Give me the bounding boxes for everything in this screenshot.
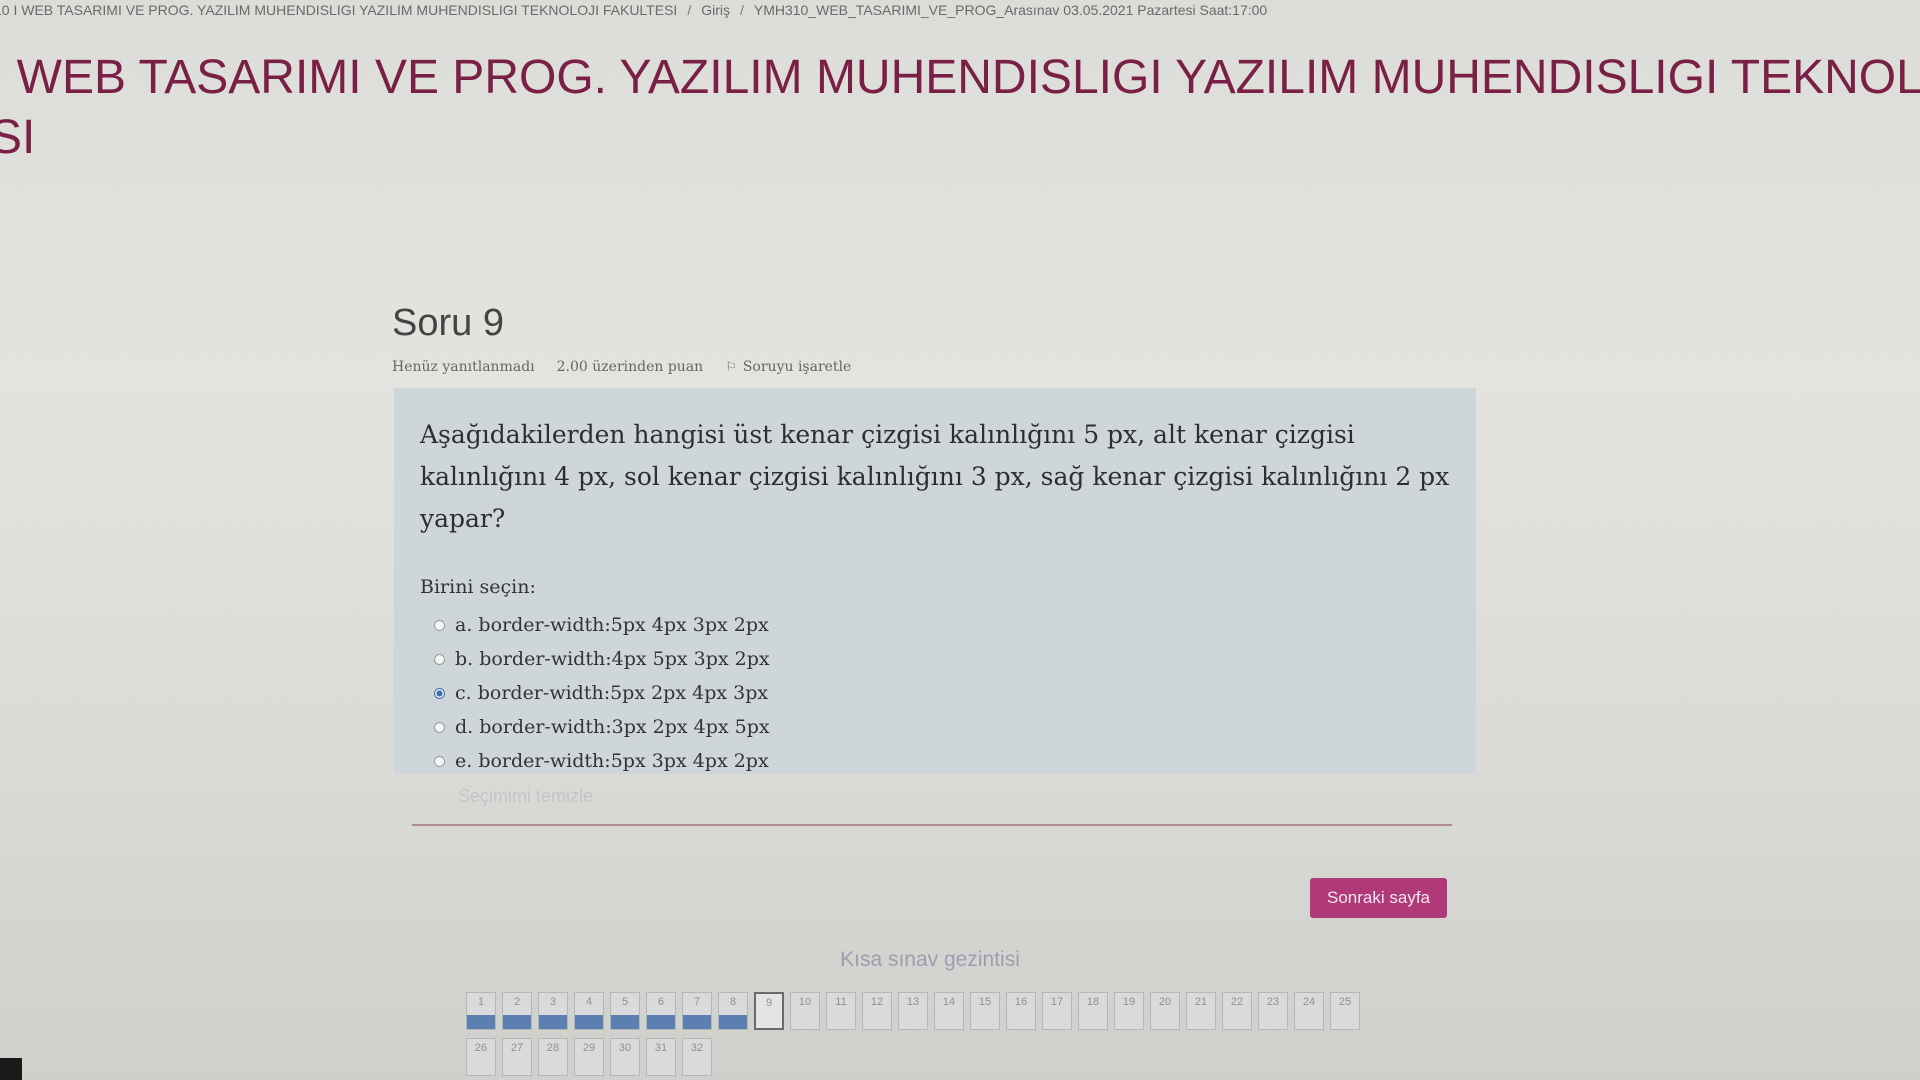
course-title-line2: SI <box>0 111 36 164</box>
quiz-nav-button[interactable]: 17 <box>1042 992 1072 1030</box>
breadcrumb: 10 I WEB TASARIMI VE PROG. YAZILIM MUHEN… <box>0 2 1267 18</box>
quiz-nav-button[interactable]: 28 <box>538 1038 568 1076</box>
answer-option-label: a. border-width:5px 4px 3px 2px <box>455 614 769 636</box>
question-points: 2.00 üzerinden puan <box>556 359 704 375</box>
quiz-nav-button[interactable]: 5 <box>610 992 640 1030</box>
quiz-nav-button[interactable]: 8 <box>718 992 748 1030</box>
quiz-nav-button[interactable]: 21 <box>1186 992 1216 1030</box>
answer-option[interactable]: a. border-width:5px 4px 3px 2px <box>434 608 1450 642</box>
question-text: Aşağıdakilerden hangisi üst kenar çizgis… <box>420 420 1450 533</box>
course-title: I WEB TASARIMI VE PROG. YAZILIM MUHENDIS… <box>0 48 1920 168</box>
radio-button[interactable] <box>434 687 445 699</box>
radio-button[interactable] <box>434 619 445 631</box>
quiz-nav-button[interactable]: 29 <box>574 1038 604 1076</box>
question-header: Soru 9 Henüz yanıtlanmadı 2.00 üzerinden… <box>392 302 851 375</box>
screen-corner <box>0 1058 22 1080</box>
quiz-nav-button[interactable]: 18 <box>1078 992 1108 1030</box>
flag-icon: ⚐ <box>725 359 737 375</box>
quiz-nav-button[interactable]: 24 <box>1294 992 1324 1030</box>
quiz-nav-button[interactable]: 27 <box>502 1038 532 1076</box>
quiz-nav-button[interactable]: 10 <box>790 992 820 1030</box>
quiz-nav-button[interactable]: 25 <box>1330 992 1360 1030</box>
radio-button[interactable] <box>434 653 445 665</box>
quiz-nav-button[interactable]: 20 <box>1150 992 1180 1030</box>
question-info: Henüz yanıtlanmadı 2.00 üzerinden puan ⚐… <box>392 359 851 375</box>
quiz-nav-button[interactable]: 19 <box>1114 992 1144 1030</box>
question-number: Soru 9 <box>392 302 504 344</box>
question-status: Henüz yanıtlanmadı <box>392 359 535 375</box>
quiz-nav-button[interactable]: 2 <box>502 992 532 1030</box>
quiz-nav-button[interactable]: 31 <box>646 1038 676 1076</box>
quiz-nav-button[interactable]: 12 <box>862 992 892 1030</box>
quiz-nav-button[interactable]: 7 <box>682 992 712 1030</box>
quiz-nav-button[interactable]: 30 <box>610 1038 640 1076</box>
next-page-button[interactable]: Sonraki sayfa <box>1310 878 1447 918</box>
answer-option-label: c. border-width:5px 2px 4px 3px <box>455 682 769 704</box>
question-box: Aşağıdakilerden hangisi üst kenar çizgis… <box>394 388 1476 806</box>
radio-button[interactable] <box>434 721 445 733</box>
quiz-nav-row: 26 27 28 29 30 31 32 <box>466 1038 1360 1076</box>
breadcrumb-home-link[interactable]: Giriş <box>701 2 730 18</box>
quiz-nav-title: Kısa sınav gezintisi <box>840 948 1020 971</box>
quiz-nav-button[interactable]: 3 <box>538 992 568 1030</box>
flag-question-label: Soruyu işaretle <box>742 359 852 375</box>
quiz-nav-button[interactable]: 16 <box>1006 992 1036 1030</box>
quiz-nav-button[interactable]: 32 <box>682 1038 712 1076</box>
answer-option[interactable]: c. border-width:5px 2px 4px 3px <box>434 676 1450 710</box>
answer-prompt: Birini seçin: <box>420 576 536 598</box>
answer-option[interactable]: e. border-width:5px 3px 4px 2px <box>434 744 1450 778</box>
quiz-nav-button[interactable]: 13 <box>898 992 928 1030</box>
answer-options: a. border-width:5px 4px 3px 2px b. border… <box>434 608 1450 778</box>
quiz-nav-button[interactable]: 9 <box>754 992 784 1030</box>
quiz-nav-row: 1 2 3 4 5 6 7 8 9 10 11 12 13 14 15 16 17 18 19 20 21 22 23 24 2… <box>466 992 1360 1030</box>
answer-option[interactable]: b. border-width:4px 5px 3px 2px <box>434 642 1450 676</box>
breadcrumb-separator: / <box>687 2 692 18</box>
course-title-line1: I WEB TASARIMI VE PROG. YAZILIM MUHENDIS… <box>0 51 1920 104</box>
quiz-nav-button[interactable]: 26 <box>466 1038 496 1076</box>
quiz-nav-button[interactable]: 6 <box>646 992 676 1030</box>
divider <box>412 824 1452 826</box>
radio-button[interactable] <box>434 755 445 767</box>
breadcrumb-separator: / <box>739 2 744 18</box>
answer-option-label: e. border-width:5px 3px 4px 2px <box>455 750 769 772</box>
quiz-nav-button[interactable]: 4 <box>574 992 604 1030</box>
flag-question-link[interactable]: ⚐ Soruyu işaretle <box>725 359 851 375</box>
answer-option-label: d. border-width:3px 2px 4px 5px <box>455 716 770 738</box>
clear-choice-link[interactable]: Seçimimi temizle <box>458 786 1450 807</box>
quiz-nav-grid: 1 2 3 4 5 6 7 8 9 10 11 12 13 14 15 16 17 18 19 20 21 22 23 24 2… <box>466 992 1360 1080</box>
answer-option-label: b. border-width:4px 5px 3px 2px <box>455 648 770 670</box>
quiz-nav-button[interactable]: 22 <box>1222 992 1252 1030</box>
answer-option[interactable]: d. border-width:3px 2px 4px 5px <box>434 710 1450 744</box>
quiz-nav-button[interactable]: 11 <box>826 992 856 1030</box>
breadcrumb-course-link[interactable]: 10 I WEB TASARIMI VE PROG. YAZILIM MUHEN… <box>0 2 677 18</box>
quiz-nav-button[interactable]: 23 <box>1258 992 1288 1030</box>
breadcrumb-quiz-link[interactable]: YMH310_WEB_TASARIMI_VE_PROG_Arasınav 03.… <box>754 2 1267 18</box>
quiz-nav-button[interactable]: 14 <box>934 992 964 1030</box>
quiz-nav-button[interactable]: 1 <box>466 992 496 1030</box>
quiz-nav-button[interactable]: 15 <box>970 992 1000 1030</box>
